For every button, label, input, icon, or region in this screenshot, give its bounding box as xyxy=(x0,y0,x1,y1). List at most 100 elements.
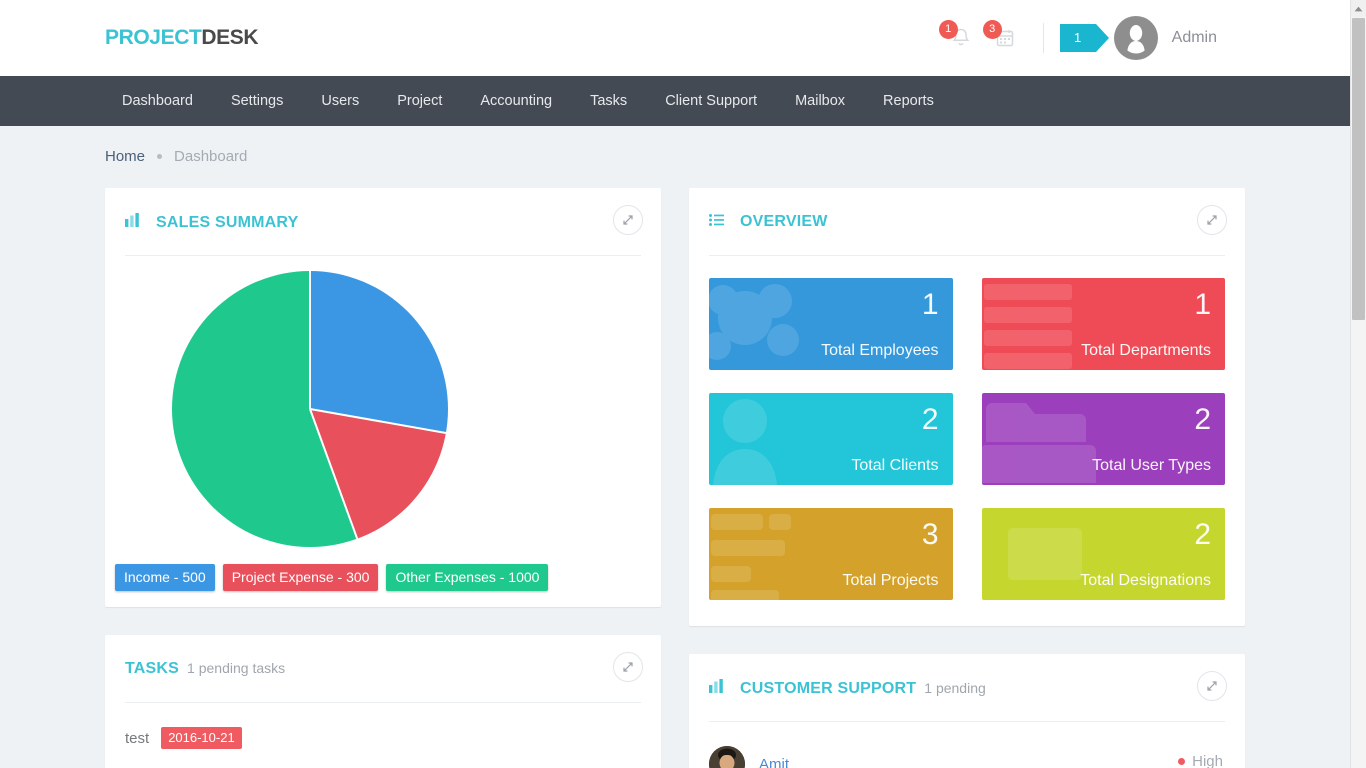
sales-summary-title: SALES SUMMARY xyxy=(156,213,299,231)
stat-tile-total-user-types[interactable]: 2 Total User Types xyxy=(981,393,1225,485)
status-badge: High xyxy=(1178,753,1223,768)
bar-chart-icon xyxy=(125,212,140,227)
tasks-title: TASKS xyxy=(125,660,180,677)
pie-slice-separator xyxy=(309,408,447,434)
stat-tile-label: Total Projects xyxy=(842,572,939,589)
legend-item-other-expenses[interactable]: Other Expenses - 1000 xyxy=(386,564,549,591)
bar-chart-icon xyxy=(709,678,724,693)
page-content: PROJECTDESK 1 3 1 Admin Dashboard Settin… xyxy=(0,0,1350,768)
avatar[interactable] xyxy=(1113,16,1158,60)
stat-tile-value: 2 xyxy=(921,403,939,436)
breadcrumb-home[interactable]: Home xyxy=(105,148,145,165)
expand-sales-summary-button[interactable] xyxy=(613,205,643,235)
notifications-button[interactable]: 1 xyxy=(938,18,983,58)
header-divider xyxy=(709,255,1225,256)
task-row[interactable]: test 2016-10-21 xyxy=(125,721,641,755)
expand-tasks-button[interactable] xyxy=(613,652,643,682)
legend-item-project-expense[interactable]: Project Expense - 300 xyxy=(222,564,379,591)
calendar-button[interactable]: 3 xyxy=(982,18,1027,58)
expand-icon xyxy=(1207,681,1217,691)
pie-slice-separator xyxy=(309,271,311,409)
nav-item-users[interactable]: Users xyxy=(302,76,378,126)
expand-customer-support-button[interactable] xyxy=(1197,671,1227,701)
overview-tiles: 1 Total Employees 1 Total Departments 2 … xyxy=(689,256,1245,626)
customer-support-header: CUSTOMER SUPPORT 1 pending xyxy=(689,654,1245,722)
nav-item-reports[interactable]: Reports xyxy=(864,76,953,126)
list-icon xyxy=(709,214,724,226)
pie-slice-separator xyxy=(309,408,359,540)
chevron-up-icon xyxy=(1354,6,1363,11)
header-divider xyxy=(125,702,641,703)
priority-label: High xyxy=(1192,753,1223,768)
stat-tile-label: Total Departments xyxy=(1081,342,1211,359)
header-divider xyxy=(709,721,1225,722)
app-logo[interactable]: PROJECTDESK xyxy=(105,26,259,50)
top-bar-divider xyxy=(1042,23,1044,53)
stat-tile-value: 2 xyxy=(1194,403,1211,436)
tasks-list: test 2016-10-21 xyxy=(105,703,661,768)
task-date-badge: 2016-10-21 xyxy=(161,727,242,749)
task-name: test xyxy=(125,729,150,747)
stat-tile-total-designations[interactable]: 2 Total Designations xyxy=(981,508,1225,600)
nav-item-dashboard[interactable]: Dashboard xyxy=(105,76,212,126)
stat-tile-total-employees[interactable]: 1 Total Employees xyxy=(709,278,953,370)
expand-icon xyxy=(623,662,633,672)
stat-tile-value: 3 xyxy=(921,518,939,551)
breadcrumb: Home Dashboard xyxy=(0,126,1350,165)
scrollbar-up-button[interactable] xyxy=(1351,0,1366,17)
logo-part-primary: PROJECT xyxy=(105,26,202,49)
person-silhouette-icon xyxy=(1127,25,1145,54)
user-name-label[interactable]: Admin xyxy=(1172,29,1217,47)
stat-tile-label: Total Designations xyxy=(1080,572,1211,589)
sales-summary-card: SALES SUMMARY Income - 500 Project Expen… xyxy=(105,188,661,607)
customer-support-title: CUSTOMER SUPPORT xyxy=(740,679,917,697)
stat-tile-total-projects[interactable]: 3 Total Projects xyxy=(709,508,953,600)
tasks-header: TASKS 1 pending tasks xyxy=(105,635,661,703)
avatar xyxy=(709,746,745,768)
legend-item-income[interactable]: Income - 500 xyxy=(115,564,215,591)
stat-tile-label: Total User Types xyxy=(1092,457,1211,474)
expand-icon xyxy=(623,215,633,225)
stat-tile-value: 1 xyxy=(1194,288,1211,321)
overview-card: OVERVIEW 1 Total Employees 1 Total Depar… xyxy=(689,188,1245,626)
sales-summary-chart: Income - 500 Project Expense - 300 Other… xyxy=(105,256,661,607)
nav-item-mailbox[interactable]: Mailbox xyxy=(776,76,864,126)
stat-tile-total-clients[interactable]: 2 Total Clients xyxy=(709,393,953,485)
tasks-icon xyxy=(709,508,833,600)
notifications-badge: 1 xyxy=(938,20,958,39)
top-bar: PROJECTDESK 1 3 1 Admin xyxy=(0,0,1350,76)
screen: PROJECTDESK 1 3 1 Admin Dashboard Settin… xyxy=(0,0,1366,768)
nav-item-tasks[interactable]: Tasks xyxy=(571,76,646,126)
customer-support-list: Amit High AXASX - Web-School School Mana… xyxy=(689,722,1245,768)
expand-overview-button[interactable] xyxy=(1197,205,1227,235)
user-message-badge[interactable]: 1 xyxy=(1059,24,1109,52)
stat-tile-label: Total Clients xyxy=(851,457,939,474)
nav-item-client-support[interactable]: Client Support xyxy=(646,76,776,126)
list-item[interactable]: Amit High AXASX - Web-School School Mana… xyxy=(709,740,1225,768)
customer-support-subtitle: 1 pending xyxy=(924,679,986,696)
overview-header: OVERVIEW xyxy=(689,188,1245,256)
nav-item-settings[interactable]: Settings xyxy=(212,76,302,126)
logo-part-secondary: DESK xyxy=(201,26,259,49)
scrollbar-thumb[interactable] xyxy=(1352,18,1365,320)
top-bar-actions: 1 3 1 Admin xyxy=(938,0,1217,76)
breadcrumb-current: Dashboard xyxy=(174,148,248,165)
main-navigation: Dashboard Settings Users Project Account… xyxy=(0,76,1350,126)
stat-tile-value: 1 xyxy=(921,288,939,321)
stat-tile-value: 2 xyxy=(1194,518,1211,551)
sales-summary-header: SALES SUMMARY xyxy=(105,188,661,256)
group-icon xyxy=(709,278,833,370)
pie-chart[interactable] xyxy=(172,271,448,547)
breadcrumb-separator-icon xyxy=(157,154,163,159)
nav-item-project[interactable]: Project xyxy=(378,76,461,126)
calendar-badge: 3 xyxy=(982,20,1002,39)
overview-title: OVERVIEW xyxy=(740,213,828,230)
support-customer-name[interactable]: Amit xyxy=(759,756,789,768)
nav-item-accounting[interactable]: Accounting xyxy=(461,76,571,126)
dashboard-column-right: OVERVIEW 1 Total Employees 1 Total Depar… xyxy=(689,188,1245,768)
page-scrollbar[interactable] xyxy=(1350,0,1366,768)
stat-tile-label: Total Employees xyxy=(821,342,939,359)
stat-tile-total-departments[interactable]: 1 Total Departments xyxy=(981,278,1225,370)
user-icon xyxy=(709,393,823,485)
customer-support-card: CUSTOMER SUPPORT 1 pending Amit High xyxy=(689,654,1245,768)
